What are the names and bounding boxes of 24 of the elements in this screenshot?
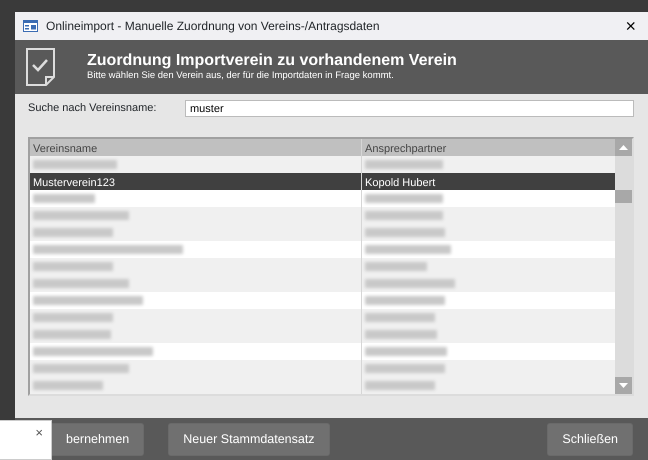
scroll-thumb[interactable] <box>615 190 632 203</box>
header-subtitle: Bitte wählen Sie den Verein aus, der für die Importdaten in Frage kommt. <box>87 70 395 83</box>
window-title: Onlineimport - Manuelle Zuordnung von Vereins-/Antragsdaten <box>46 18 380 35</box>
redacted-text <box>33 381 103 390</box>
document-check-icon <box>25 47 57 87</box>
close-button[interactable]: × <box>35 423 43 442</box>
column-header[interactable]: Ansprechpartner <box>362 139 615 156</box>
close-button[interactable]: × <box>621 17 640 35</box>
column-header[interactable]: Vereinsname <box>30 139 362 156</box>
search-field[interactable]: muster <box>185 100 634 117</box>
scrollbar[interactable] <box>615 139 632 394</box>
scroll-up-icon[interactable] <box>615 139 632 156</box>
redacted-text <box>33 194 95 203</box>
scroll-down-icon[interactable] <box>615 377 632 394</box>
footer-button[interactable]: Schließen <box>547 422 633 456</box>
footer-button[interactable]: Neuer Stammdatensatz <box>168 422 330 456</box>
search-label: Suche nach Vereinsname: <box>28 101 158 116</box>
redacted-text <box>365 330 437 339</box>
header-title: Zuordnung Importverein zu vorhandenem Verein <box>87 51 457 70</box>
form-icon <box>23 20 38 32</box>
redacted-text <box>365 313 435 322</box>
table-cell-text: Kopold Hubert <box>364 176 436 190</box>
redacted-text <box>365 381 435 390</box>
redacted-text <box>365 262 427 271</box>
